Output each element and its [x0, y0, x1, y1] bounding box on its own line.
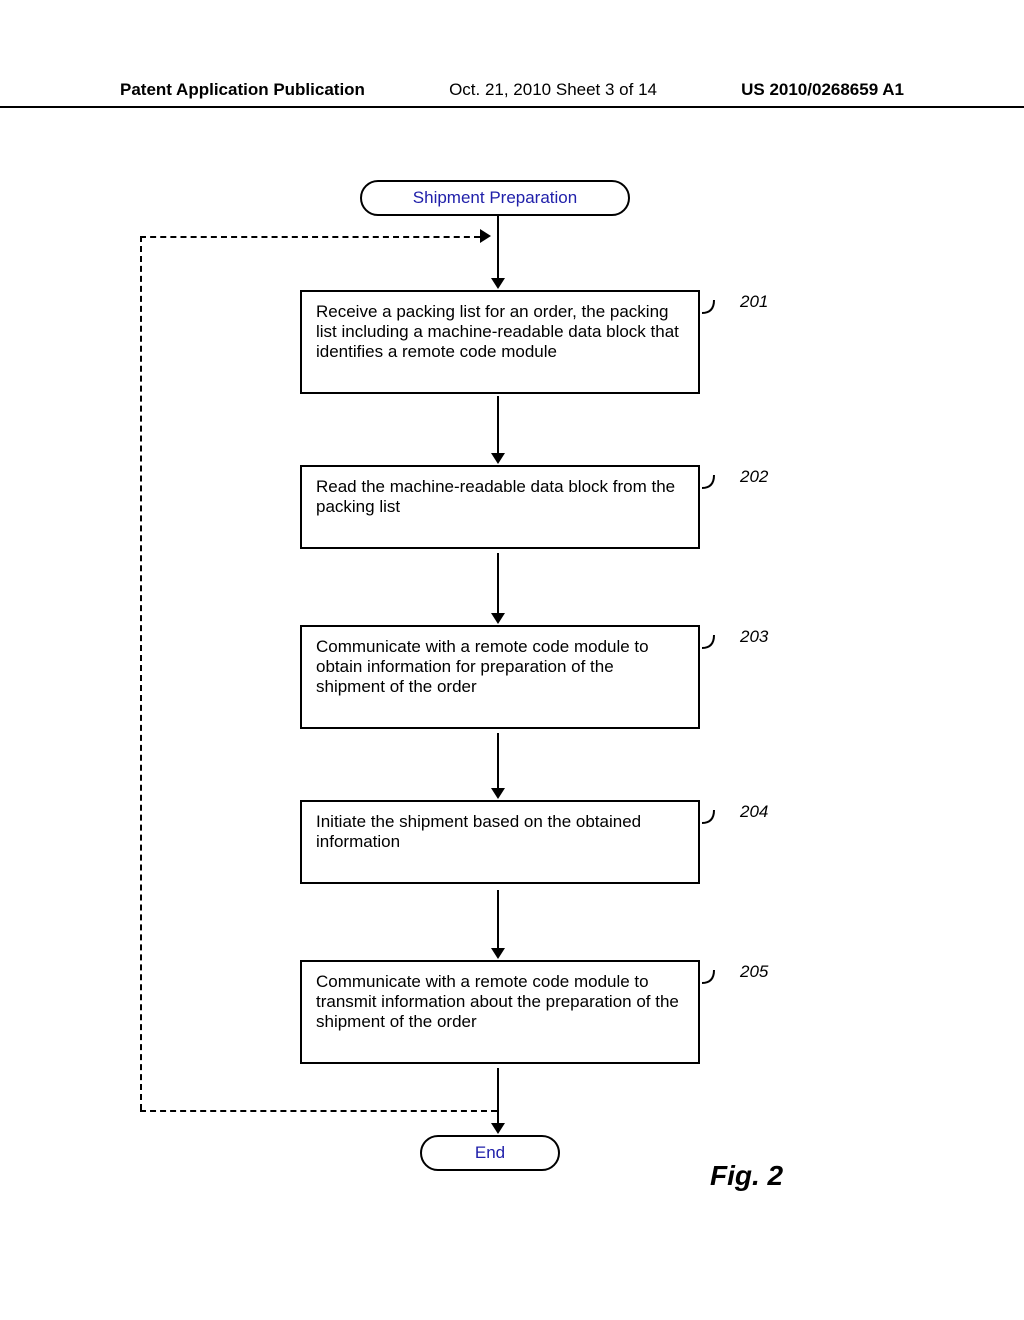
loopback-segment	[140, 236, 142, 1110]
ref-leader-icon	[702, 473, 732, 503]
flow-arrowhead	[491, 453, 505, 464]
ref-number: 202	[740, 467, 768, 487]
flow-arrow	[497, 733, 499, 788]
flow-arrow	[497, 396, 499, 453]
ref-leader-icon	[702, 633, 732, 663]
ref-number: 205	[740, 962, 768, 982]
ref-number: 203	[740, 627, 768, 647]
header-publication: Patent Application Publication	[120, 80, 365, 100]
loopback-arrowhead	[480, 229, 491, 243]
flow-step-205: Communicate with a remote code module to…	[300, 960, 700, 1064]
header-date-sheet: Oct. 21, 2010 Sheet 3 of 14	[449, 80, 657, 100]
ref-number: 204	[740, 802, 768, 822]
flow-arrowhead	[491, 1123, 505, 1134]
flow-arrowhead	[491, 948, 505, 959]
flow-arrowhead	[491, 278, 505, 289]
flow-step-201: Receive a packing list for an order, the…	[300, 290, 700, 394]
flow-step-202: Read the machine-readable data block fro…	[300, 465, 700, 549]
ref-leader-icon	[702, 968, 732, 998]
header-pubnumber: US 2010/0268659 A1	[741, 80, 904, 100]
start-terminator: Shipment Preparation	[360, 180, 630, 216]
flow-step-204: Initiate the shipment based on the obtai…	[300, 800, 700, 884]
flow-step-203: Communicate with a remote code module to…	[300, 625, 700, 729]
flow-arrow	[497, 553, 499, 613]
ref-leader-icon	[702, 808, 732, 838]
end-terminator: End	[420, 1135, 560, 1171]
ref-leader-icon	[702, 298, 732, 328]
flow-arrowhead	[491, 613, 505, 624]
flow-arrowhead	[491, 788, 505, 799]
loopback-segment	[140, 236, 480, 238]
figure-label: Fig. 2	[710, 1160, 783, 1192]
page-header: Patent Application Publication Oct. 21, …	[0, 80, 1024, 108]
flow-arrow	[497, 890, 499, 948]
flow-arrow	[497, 1068, 499, 1123]
flow-arrow	[497, 216, 499, 278]
ref-number: 201	[740, 292, 768, 312]
loopback-segment	[140, 1110, 497, 1112]
